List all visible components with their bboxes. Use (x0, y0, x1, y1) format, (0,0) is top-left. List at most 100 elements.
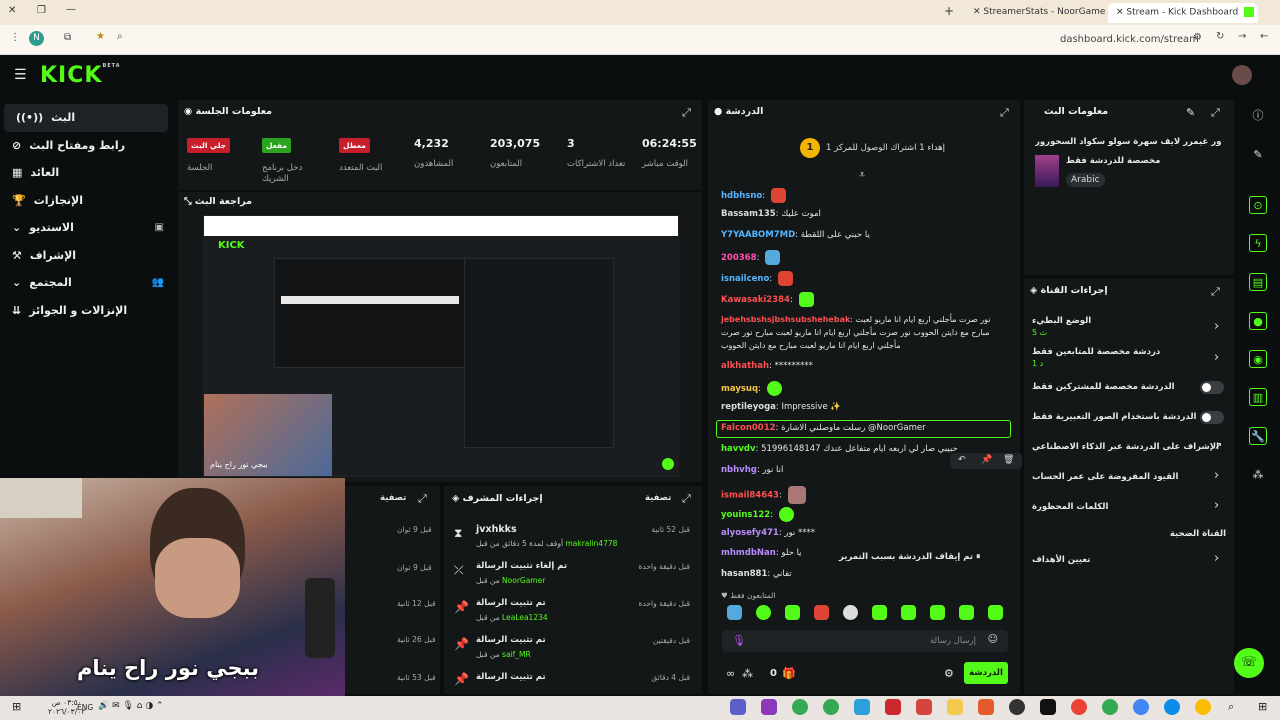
user-avatar[interactable] (1232, 65, 1252, 85)
chat-message[interactable]: hasan881: تفاني (721, 569, 792, 579)
chat-message[interactable]: youins122: (721, 507, 794, 522)
setting-emote-only[interactable]: الدردشة باستخدام الصور التعبيرية فقط (1030, 410, 1228, 428)
chevron-collapse-icon[interactable]: ⩡ (859, 168, 865, 182)
storage-icon[interactable]: ▥ (1249, 388, 1267, 406)
chat-username[interactable]: isnailceno (721, 274, 769, 284)
delete-icon[interactable]: 🗑 (1003, 455, 1014, 465)
chat-message[interactable]: nbhvhg: انا نور (721, 465, 783, 475)
settings-gear-icon[interactable]: ⚙ (944, 667, 954, 680)
setting-slow-mode[interactable]: الوضع البطيء 5 ث › (1030, 315, 1228, 341)
emote-icon[interactable] (727, 605, 742, 620)
emote-only-toggle[interactable] (1200, 411, 1224, 424)
chat-message[interactable]: mhmdbNan: يا حلو (721, 548, 802, 558)
chat-message[interactable]: hdbhsno: (721, 188, 786, 203)
bolt-icon[interactable]: ϟ (1249, 234, 1267, 252)
emote-icon[interactable] (959, 605, 974, 620)
file-explorer-icon[interactable] (947, 699, 963, 715)
mod-action-row[interactable]: ⤫ تم إلغاء تثبيت الرسالة من قبل NoorGame… (452, 559, 696, 595)
site-info-icon[interactable]: ⚙ (1193, 33, 1202, 43)
expand-icon[interactable]: ⤢ (1211, 285, 1220, 299)
sidebar-item-studio[interactable]: ⌄ الاستديو ▣ (0, 214, 172, 242)
chat-message[interactable]: alyosefy471: نور **** (721, 528, 815, 538)
emote-icon[interactable] (930, 605, 945, 620)
windows-start-icon[interactable]: ⊞ (1258, 700, 1267, 713)
bookmark-star-icon[interactable]: ★ (96, 32, 105, 42)
chrome-icon[interactable] (823, 699, 839, 715)
share-nodes-icon[interactable]: ⁂ (1249, 466, 1267, 484)
chat-username[interactable]: mhmdbNan (721, 548, 776, 558)
app-icon[interactable] (916, 699, 932, 715)
chat-username[interactable]: Falcon0012 (721, 423, 776, 433)
chat-username[interactable]: hdbhsno (721, 191, 762, 201)
external-link-icon[interactable]: ↗ (1214, 441, 1222, 452)
chrome-icon[interactable] (792, 699, 808, 715)
forward-icon[interactable]: → (1238, 32, 1246, 42)
mod-action-row[interactable]: 📌 تم تثبيت الرسالة من قبل saif_MR قبل دق… (452, 633, 696, 669)
mod-action-user[interactable]: saif_MR (502, 650, 531, 659)
emote-icon[interactable] (756, 605, 771, 620)
setting-subscribers-only[interactable]: الدردشة مخصصة للمشتركين فقط (1030, 380, 1228, 398)
setting-banned-words[interactable]: الكلمات المحظورة › (1030, 498, 1228, 518)
sidebar-item-moderation[interactable]: ⚒ الإشراف (0, 242, 172, 270)
mod-action-row[interactable]: 📌 تم تثبيت الرسالة من قبل LeaLea1234 قبل… (452, 596, 696, 632)
chat-username[interactable]: jebehsbshsjbshsubshehebak (721, 315, 850, 324)
emote-icon[interactable] (785, 605, 800, 620)
close-tab-icon[interactable]: ✕ (1116, 8, 1124, 18)
info-icon[interactable]: ⓘ (1249, 107, 1267, 125)
obs-icon[interactable] (1009, 699, 1025, 715)
edit-pencil-icon[interactable]: ✎ (1186, 106, 1195, 119)
chat-message[interactable]: Falcon0012: رسلت ماوصلني الاشارة @NoorGa… (721, 423, 926, 433)
emote-icon[interactable] (988, 605, 1003, 620)
hamburger-menu-icon[interactable]: ☰ (14, 68, 27, 82)
language-indicator[interactable]: ENG (77, 703, 93, 712)
chevron-right-icon[interactable]: › (1214, 319, 1219, 334)
camera-icon[interactable]: ⊙ (1249, 196, 1267, 214)
emote-icon[interactable] (901, 605, 916, 620)
chat-message[interactable]: havvdv: 51996148147 حبيبي صار لي اربعه ا… (721, 444, 958, 454)
chat-username[interactable]: alyosefy471 (721, 528, 779, 538)
app-icon[interactable] (885, 699, 901, 715)
activity-filter-button[interactable]: تصفية (380, 493, 406, 503)
emote-icon[interactable] (843, 605, 858, 620)
broadcast-icon[interactable]: ◉ (1249, 350, 1267, 368)
subscribers-only-toggle[interactable] (1200, 381, 1224, 394)
new-tab-icon[interactable]: + (944, 5, 954, 17)
chrome-icon[interactable] (1195, 699, 1211, 715)
chat-message[interactable]: Y7YAABOM7MD: يا حبني على اللقطة (721, 230, 870, 240)
chat-username[interactable]: maysuq (721, 384, 758, 394)
menu-dots-icon[interactable]: ⋮ (10, 33, 20, 43)
chat-message[interactable]: maysuq: (721, 381, 782, 396)
start-icon[interactable]: ⊞ (12, 700, 21, 713)
emoji-picker-icon[interactable]: ☺ (988, 634, 998, 645)
chevron-right-icon[interactable]: › (1214, 468, 1219, 483)
chat-username[interactable]: Y7YAABOM7MD (721, 230, 795, 240)
setting-followers-only[interactable]: دردشة مخصصة للمتابعين فقط 1 د › (1030, 346, 1228, 372)
chat-message[interactable]: Bassam135: اموت عليك (721, 209, 821, 219)
mod-filter-button[interactable]: تصفية (645, 493, 671, 503)
expand-icon[interactable]: ⤢ (682, 106, 691, 120)
mod-action-row[interactable]: 📌 تم تثبيت الرسالة قبل 4 دقائق (452, 670, 696, 692)
back-icon[interactable]: ← (1260, 32, 1268, 42)
chat-username[interactable]: 200368 (721, 253, 757, 263)
send-chat-button[interactable]: الدردشة (964, 662, 1008, 684)
chat-username[interactable]: ismail84643 (721, 491, 779, 501)
sidebar-item-drops[interactable]: ⇊ الإنزالات و الجوائز (0, 297, 172, 325)
expand-icon[interactable]: ⤢ (682, 492, 691, 506)
expand-icon[interactable]: ⤢ (418, 492, 427, 506)
chat-message[interactable]: 200368: (721, 250, 781, 265)
chat-username[interactable]: nbhvhg (721, 465, 757, 475)
chevron-right-icon[interactable]: › (1214, 551, 1219, 566)
sidebar-item-stream[interactable]: ((•)) البث (4, 104, 168, 132)
chrome-icon[interactable] (1071, 699, 1087, 715)
share-icon[interactable]: ⁂ (742, 667, 753, 680)
chat-username[interactable]: alkhathah (721, 361, 769, 371)
setting-raid-channel[interactable]: القناة الضحية (1030, 527, 1228, 543)
reload-icon[interactable]: ↻ (1216, 32, 1224, 42)
help-support-icon[interactable]: ☏ (1234, 648, 1264, 678)
tiktok-icon[interactable] (1040, 699, 1056, 715)
tray-icons[interactable]: 🔊 ✉ 🎙 ⌂ ◑ ⌃ (98, 701, 164, 711)
chevron-right-icon[interactable]: › (1214, 498, 1219, 513)
chevron-right-icon[interactable]: › (1214, 350, 1219, 365)
close-window-icon[interactable]: ✕ (8, 6, 16, 16)
reply-icon[interactable]: ↶ (958, 455, 966, 465)
